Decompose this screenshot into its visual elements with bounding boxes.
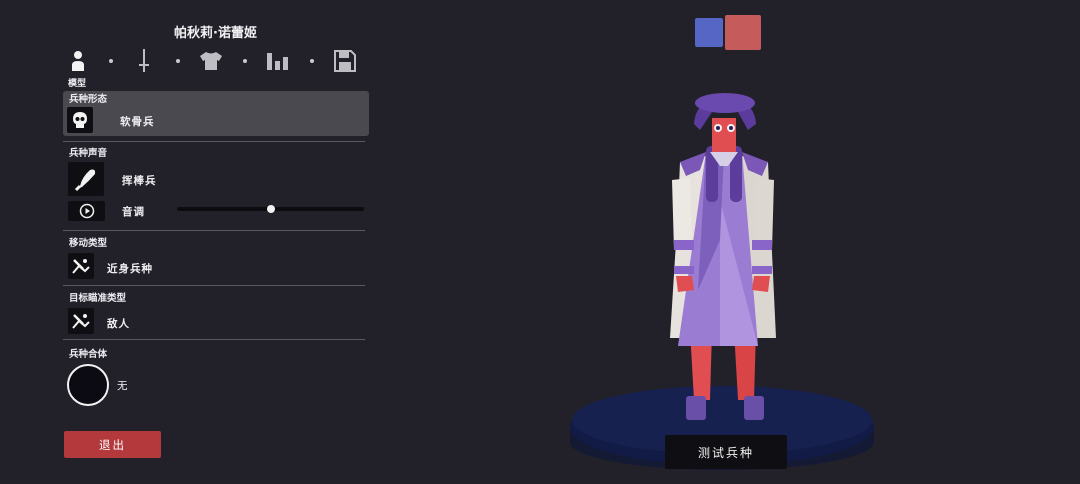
team-color-red[interactable] (725, 15, 761, 50)
exit-button[interactable]: 退出 (64, 431, 161, 458)
save-icon (334, 50, 356, 72)
sword-icon (139, 49, 149, 72)
test-unit-button[interactable]: 测试兵种 (665, 435, 787, 469)
club-icon (74, 169, 96, 191)
combine-title: 兵种合体 (69, 349, 108, 360)
play-voice-button[interactable] (68, 201, 105, 221)
tab-separator-dot (109, 59, 113, 63)
unit-voice-title: 兵种声音 (69, 148, 108, 159)
targeting-value: 敌人 (107, 318, 130, 330)
combine-value: 无 (117, 380, 129, 392)
section-divider (63, 141, 365, 142)
stats-icon (267, 53, 288, 70)
tab-separator-dot (176, 59, 180, 63)
tab-model-label: 模型 (68, 79, 87, 89)
section-divider (63, 339, 365, 340)
section-divider (63, 285, 365, 286)
team-color-blue[interactable] (695, 18, 723, 47)
targeting-title: 目标瞄准类型 (69, 293, 127, 304)
targeting-icon-box[interactable] (68, 308, 94, 334)
unit-preview-model (570, 93, 874, 470)
combine-slot[interactable] (67, 364, 109, 406)
unit-voice-icon-box[interactable] (68, 162, 104, 196)
tab-stats[interactable] (263, 46, 293, 76)
pitch-slider[interactable] (177, 205, 364, 213)
unit-editor-panel: 帕秋莉·诺蕾姬 模型 兵种形态 软骨兵 兵种声音 挥棒兵 音调 移动类型 近身兵… (0, 0, 380, 484)
unit-voice-value: 挥棒兵 (122, 175, 157, 187)
editor-tabs: 模型 (63, 46, 368, 90)
movement-icon-box[interactable] (68, 253, 94, 279)
tab-separator-dot (310, 59, 314, 63)
tab-separator-dot (243, 59, 247, 63)
shirt-icon (200, 52, 222, 70)
skull-icon (73, 112, 87, 128)
tab-clothing[interactable] (196, 46, 226, 76)
melee-run-icon (72, 259, 90, 274)
movement-value: 近身兵种 (107, 263, 153, 275)
tab-weapons[interactable] (129, 46, 159, 76)
section-divider (63, 230, 365, 231)
unit-name: 帕秋莉·诺蕾姬 (174, 26, 257, 41)
tab-save[interactable] (330, 46, 360, 76)
unit-preview-stage (560, 90, 890, 484)
unit-base-title: 兵种形态 (69, 94, 108, 105)
play-icon (79, 203, 94, 219)
movement-title: 移动类型 (69, 238, 108, 249)
unit-base-selected-row[interactable] (63, 91, 369, 136)
pitch-label: 音调 (122, 206, 145, 218)
pitch-slider-knob[interactable] (266, 205, 275, 213)
tab-model[interactable] (63, 46, 93, 76)
unit-base-value: 软骨兵 (120, 116, 155, 128)
target-enemy-icon (72, 314, 90, 329)
person-icon (72, 51, 84, 71)
unit-base-icon-box (67, 107, 93, 133)
